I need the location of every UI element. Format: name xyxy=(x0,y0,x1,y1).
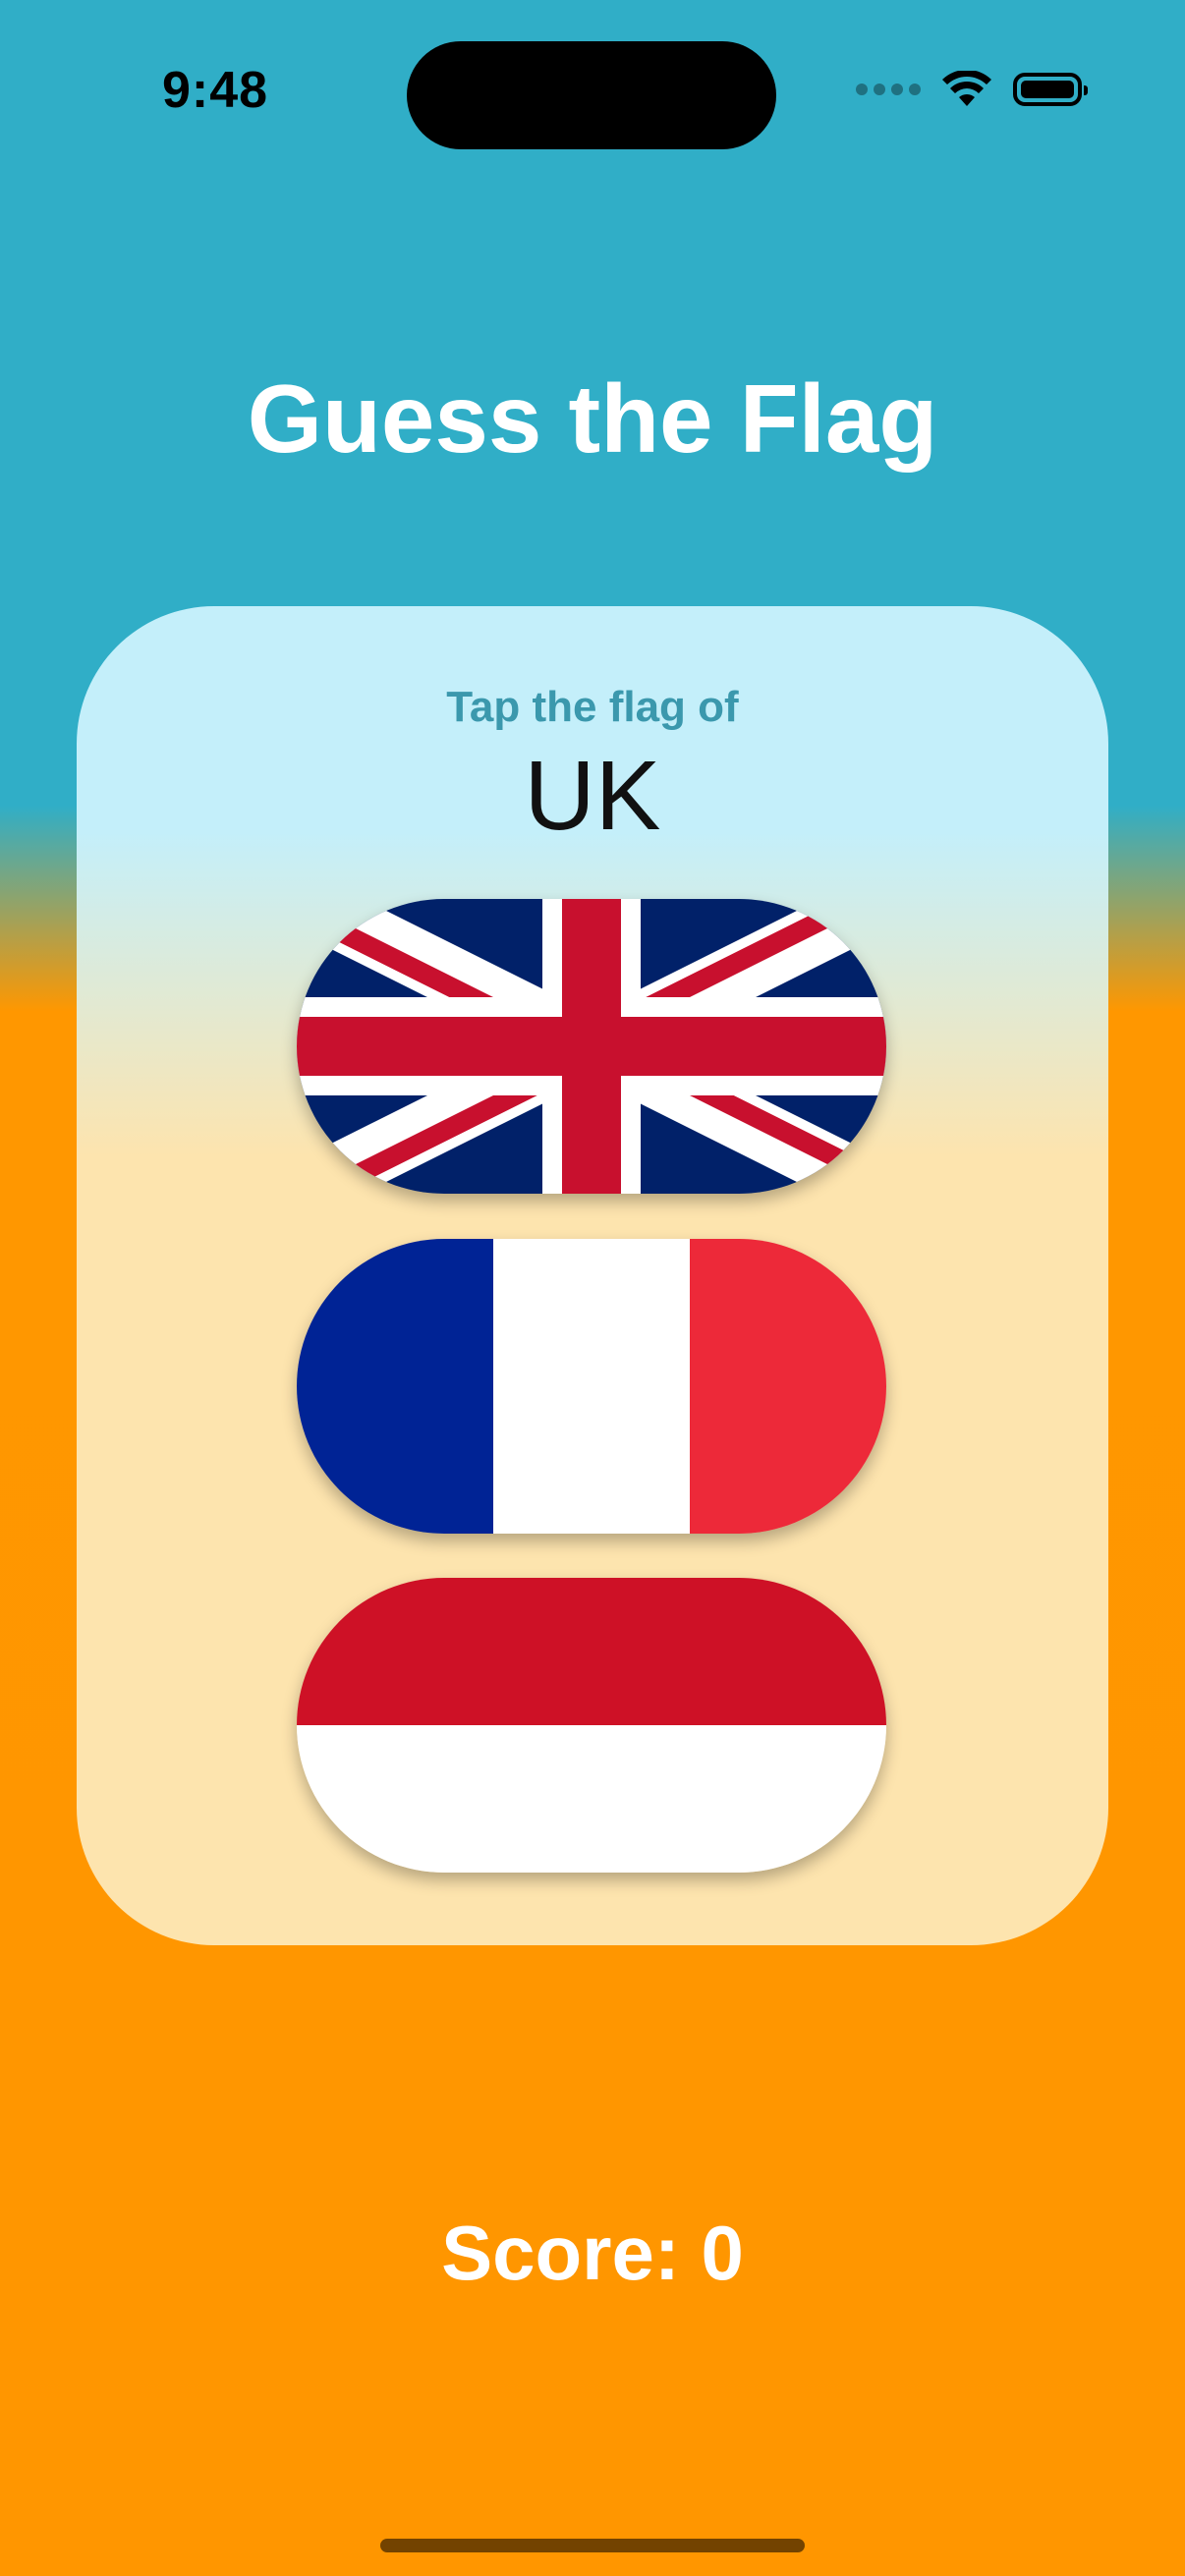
flag-button-monaco[interactable] xyxy=(297,1578,886,1873)
france-flag-icon xyxy=(297,1239,886,1534)
dynamic-island xyxy=(407,41,776,149)
wifi-icon xyxy=(942,71,991,106)
flag-button-france[interactable] xyxy=(297,1239,886,1534)
battery-icon xyxy=(1013,73,1088,106)
score-label: Score: 0 xyxy=(441,2210,744,2296)
page-title: Guess the Flag xyxy=(247,364,938,473)
signal-dots-icon xyxy=(856,84,921,95)
uk-flag-icon xyxy=(297,899,886,1194)
status-time: 9:48 xyxy=(162,62,269,119)
home-indicator[interactable] xyxy=(380,2539,805,2552)
monaco-flag-icon xyxy=(297,1578,886,1873)
country-name: UK xyxy=(524,741,661,851)
flag-button-uk[interactable] xyxy=(297,899,886,1194)
status-icons xyxy=(856,71,1088,108)
prompt-label: Tap the flag of xyxy=(446,683,739,731)
question-card: Tap the flag of UK xyxy=(77,606,1108,1945)
